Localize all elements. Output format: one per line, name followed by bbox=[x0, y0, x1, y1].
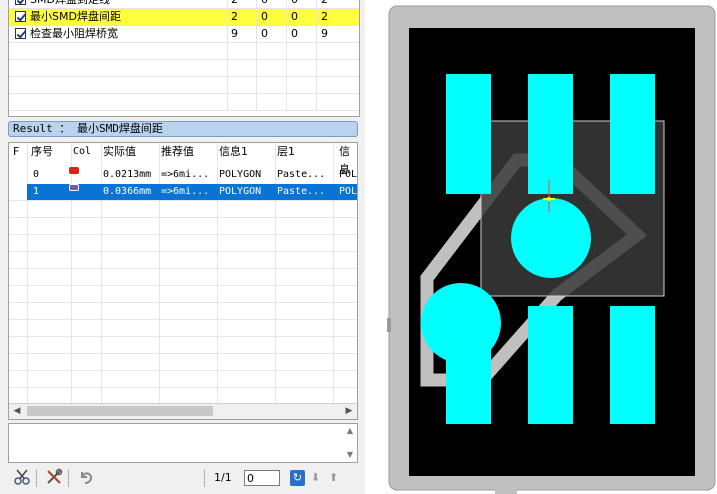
row-info2: POLY bbox=[339, 186, 358, 197]
row-info1: POLYGON bbox=[219, 186, 262, 197]
check-value: 0 bbox=[257, 0, 287, 8]
pcb-view[interactable] bbox=[387, 0, 717, 494]
tools-icon[interactable] bbox=[44, 468, 64, 488]
check-value: 2 bbox=[317, 0, 359, 8]
table-row[interactable]: 0 0.0213mm =>6mi... POLYGON Paste... POL… bbox=[9, 167, 358, 183]
round-pad bbox=[511, 198, 591, 278]
header-color[interactable]: Col bbox=[73, 143, 91, 161]
error-point bbox=[547, 197, 551, 201]
result-title: Result ： 最小SMD焊盘间距 bbox=[8, 121, 358, 137]
check-value: 2 bbox=[321, 10, 328, 23]
page-indicator: 1/1 bbox=[214, 471, 232, 484]
check-value: 0 bbox=[287, 0, 317, 8]
header-layer1[interactable]: 层1 bbox=[277, 143, 295, 161]
table-row-selected[interactable]: 1 0.0366mm =>6mi... POLYGON Paste... POL… bbox=[27, 184, 358, 200]
panel-divider[interactable] bbox=[365, 0, 387, 494]
next-down-icon[interactable]: ⬇ bbox=[308, 470, 323, 486]
empty-row bbox=[9, 60, 359, 77]
pad bbox=[446, 74, 491, 194]
board-tab bbox=[495, 488, 517, 494]
row-index: 1 bbox=[33, 186, 40, 197]
row-layer1: Paste... bbox=[277, 186, 326, 197]
check-list: SMD焊盘到走线 2 0 0 2 最小SMD焊盘间距 2 0 0 2 检查最小阻… bbox=[8, 0, 360, 117]
check-value: 0 bbox=[257, 26, 287, 42]
message-box: ▲ ▼ bbox=[8, 423, 358, 463]
color-swatch bbox=[69, 167, 79, 174]
empty-row bbox=[9, 77, 359, 94]
row-recommended: =>6mi... bbox=[161, 169, 210, 180]
row-info2: POLY bbox=[339, 169, 358, 180]
check-label: SMD焊盘到走线 bbox=[30, 0, 110, 8]
board-notch bbox=[387, 318, 391, 332]
row-layer1: Paste... bbox=[277, 169, 326, 180]
pad bbox=[528, 306, 573, 424]
check-row[interactable]: SMD焊盘到走线 2 0 0 2 bbox=[9, 0, 359, 9]
go-icon[interactable]: ↻ bbox=[290, 470, 305, 486]
row-index: 0 bbox=[33, 169, 40, 180]
empty-row bbox=[9, 94, 359, 111]
pad bbox=[610, 306, 655, 424]
grid-header: F 序号 Col 实际值 推荐值 信息1 层1 信息 bbox=[9, 143, 357, 176]
row-actual: 0.0213mm bbox=[103, 169, 152, 180]
row-actual: 0.0366mm bbox=[103, 186, 152, 197]
scroll-left-icon[interactable]: ◀ bbox=[10, 405, 24, 418]
drc-panel: SMD焊盘到走线 2 0 0 2 最小SMD焊盘间距 2 0 0 2 检查最小阻… bbox=[0, 0, 365, 494]
header-index[interactable]: 序号 bbox=[31, 143, 53, 161]
header-info1[interactable]: 信息1 bbox=[219, 143, 248, 161]
header-actual[interactable]: 实际值 bbox=[103, 143, 136, 161]
header-f[interactable]: F bbox=[13, 143, 19, 161]
scroll-down-icon[interactable]: ▼ bbox=[343, 449, 357, 461]
check-label: 最小SMD焊盘间距 bbox=[30, 10, 121, 23]
check-value: 0 bbox=[257, 9, 287, 25]
row-info1: POLYGON bbox=[219, 169, 262, 180]
pad bbox=[610, 74, 655, 194]
check-row-selected[interactable]: 最小SMD焊盘间距 2 0 0 2 bbox=[9, 9, 359, 26]
scissors-icon[interactable] bbox=[12, 468, 32, 488]
undo-icon[interactable] bbox=[76, 468, 96, 488]
scroll-up-icon[interactable]: ▲ bbox=[343, 425, 357, 437]
check-value: 2 bbox=[227, 9, 257, 25]
color-swatch bbox=[69, 184, 79, 191]
check-label: 检查最小阻焊桥宽 bbox=[30, 27, 118, 40]
row-recommended: =>6mi... bbox=[161, 186, 210, 197]
scroll-right-icon[interactable]: ▶ bbox=[342, 405, 356, 418]
check-row[interactable]: 检查最小阻焊桥宽 9 0 0 9 bbox=[9, 26, 359, 43]
page-input[interactable] bbox=[244, 470, 280, 486]
prev-up-icon[interactable]: ⬆ bbox=[326, 470, 341, 486]
horizontal-scrollbar[interactable]: ◀ ▶ bbox=[9, 403, 357, 419]
check-value: 9 bbox=[227, 26, 257, 42]
vertical-scrollbar[interactable]: ▲ ▼ bbox=[343, 424, 357, 462]
header-recommended[interactable]: 推荐值 bbox=[161, 143, 194, 161]
scrollbar-thumb[interactable] bbox=[27, 406, 213, 416]
check-value: 9 bbox=[321, 27, 328, 40]
check-value: 0 bbox=[287, 9, 317, 25]
empty-row bbox=[9, 43, 359, 60]
pad bbox=[528, 74, 573, 194]
round-pad bbox=[421, 283, 501, 363]
check-value: 0 bbox=[287, 26, 317, 42]
bottom-toolbar: 1/1 ↻ ⬇ ⬆ bbox=[8, 466, 358, 490]
result-grid: F 序号 Col 实际值 推荐值 信息1 层1 信息 0 0.0213mm =>… bbox=[8, 142, 358, 420]
check-value: 2 bbox=[227, 0, 257, 8]
